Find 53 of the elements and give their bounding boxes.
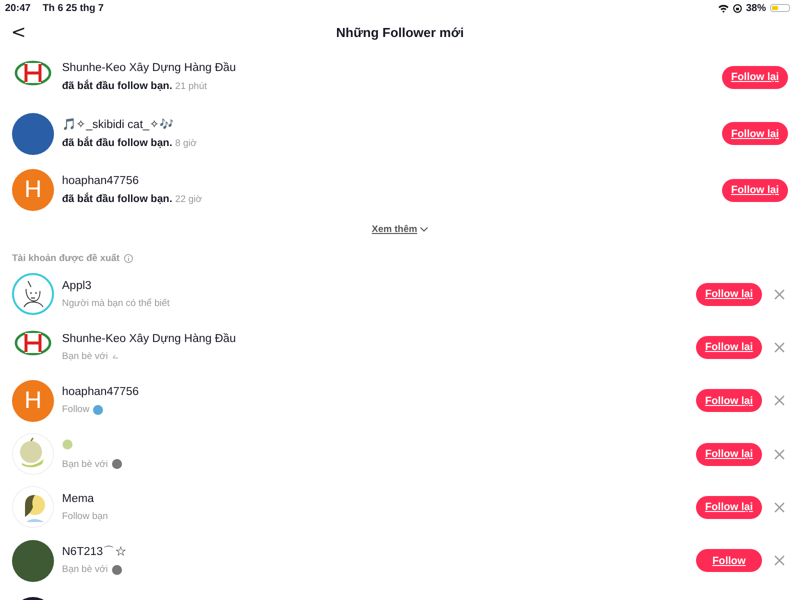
suggestion-reason: Follow — [62, 404, 90, 416]
username: Shunhe-Keo Xây Dựng Hàng Đầu — [62, 332, 237, 346]
username: N6T213⌒☆ — [62, 546, 128, 560]
follow-button[interactable]: Follow lại — [696, 389, 762, 412]
melon-avatar — [12, 433, 54, 476]
close-icon[interactable] — [774, 448, 785, 460]
section-title: Tài khoản được đề xuất — [12, 252, 120, 264]
mini-avatar — [112, 459, 122, 470]
follow-notice: đã bắt đầu follow bạn. 8 giờ — [62, 136, 198, 149]
follow-button[interactable]: Follow lại — [696, 442, 762, 466]
close-icon[interactable] — [774, 342, 785, 353]
status-time: 20:47 — [5, 2, 31, 14]
follow-back-button[interactable]: Follow lại — [722, 66, 788, 89]
close-icon[interactable] — [774, 555, 785, 566]
username: hoaphan47756 — [62, 386, 140, 400]
username: Appl3 — [62, 280, 92, 293]
close-icon[interactable] — [774, 395, 785, 406]
letter-avatar: H — [12, 169, 54, 212]
suggestion-reason: Người mà bạn có thể biết — [62, 298, 170, 309]
follow-back-button[interactable]: Follow lại — [722, 178, 788, 202]
close-icon[interactable] — [774, 502, 785, 513]
username: Mema — [62, 492, 95, 506]
mini-avatar — [112, 354, 119, 359]
rotation-lock-icon — [732, 4, 742, 12]
cartoon-avatar — [12, 486, 54, 528]
follow-notice: đã bắt đầu follow bạn. 22 giờ — [62, 193, 204, 206]
follow-notice: đã bắt đầu follow bạn. 21 phút — [62, 80, 208, 92]
follow-button[interactable]: Follow lại — [696, 496, 762, 519]
suggestion-reason: Bạn bè với — [62, 458, 108, 470]
close-icon[interactable] — [774, 288, 785, 300]
melon-icon — [62, 438, 73, 450]
follow-button[interactable]: Follow lại — [696, 336, 762, 359]
username: hoaphan47756 — [62, 175, 140, 188]
info-icon[interactable] — [124, 254, 133, 262]
chevron-down-icon — [420, 226, 428, 232]
mini-avatar — [112, 564, 122, 575]
follow-back-button[interactable]: Follow lại — [722, 122, 788, 146]
suggestion-reason: Bạn bè với — [62, 564, 108, 576]
page-title: Những Follower mới — [336, 24, 464, 40]
letter-avatar: H — [12, 380, 54, 422]
status-date: Th 6 25 thg 7 — [42, 2, 104, 14]
mini-avatar — [93, 404, 104, 415]
wifi-icon — [718, 4, 729, 12]
username: Shunhe-Keo Xây Dựng Hàng Đầu — [62, 62, 237, 76]
follow-button[interactable]: Follow — [696, 549, 762, 572]
follow-button[interactable]: Follow lại — [696, 282, 762, 306]
see-more-link[interactable]: Xem thêm — [372, 224, 428, 234]
battery-icon — [770, 4, 790, 12]
back-button[interactable]: < — [5, 22, 32, 42]
battery-percent: 38% — [746, 2, 766, 14]
username: 🎵✧_skibidi cat_✧🎶 — [62, 118, 174, 132]
suggestion-reason: Bạn bè với — [62, 350, 108, 362]
suggestion-reason: Follow bạn — [62, 510, 108, 522]
